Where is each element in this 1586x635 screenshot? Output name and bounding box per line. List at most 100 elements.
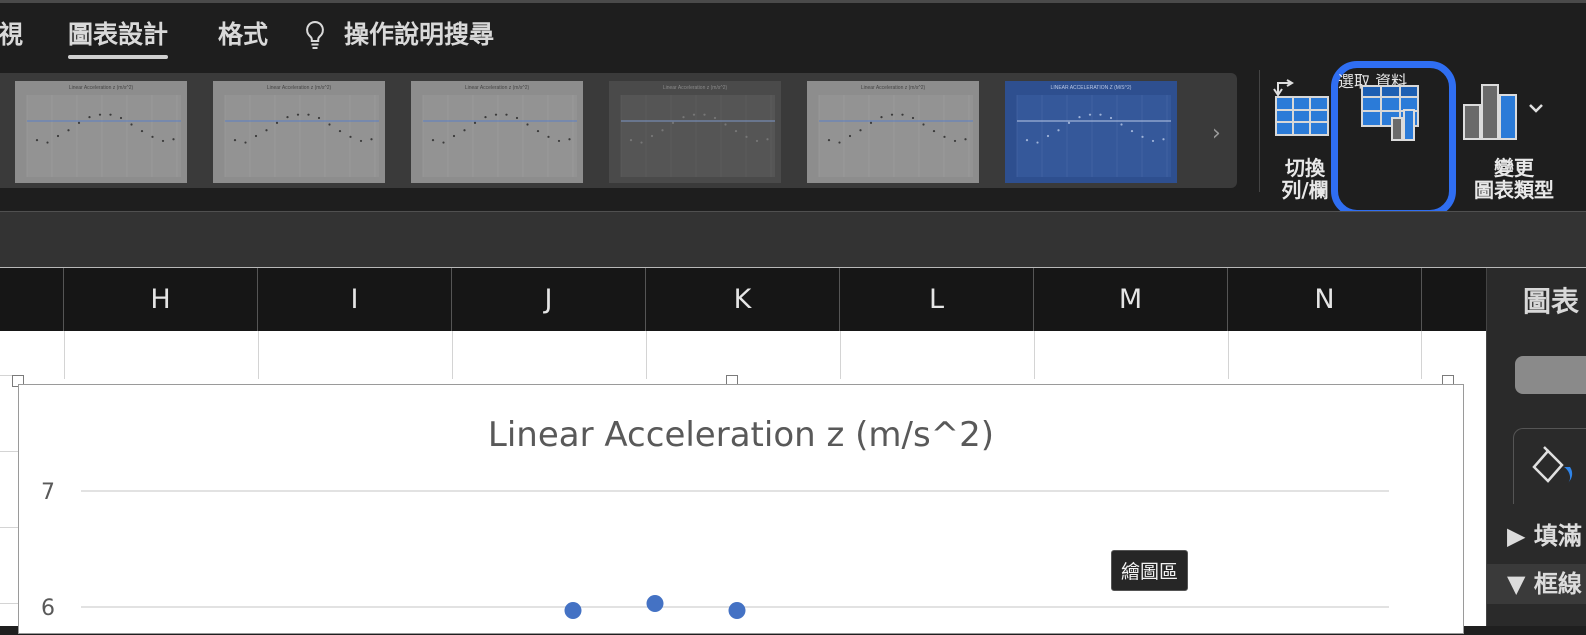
chart-style-thumbnail[interactable]: LINEAR ACCELERATION Z (M/S^2) [1005, 81, 1177, 183]
thumbnail-point [140, 129, 144, 133]
grid-line [1034, 331, 1035, 379]
thumbnail-plot [621, 95, 775, 177]
thumbnail-title: Linear Acceleration z (m/s^2) [861, 85, 926, 91]
thumbnail-point [265, 129, 268, 132]
column-header-g[interactable] [0, 268, 64, 331]
gallery-next-chevron-icon[interactable]: › [1212, 121, 1221, 146]
column-header-l[interactable]: L [840, 268, 1034, 331]
thumbnail-point [473, 121, 477, 124]
section-fill[interactable]: ▶ 填滿 [1487, 516, 1586, 556]
thumbnail-point [35, 139, 39, 142]
thumbnail-point [431, 139, 435, 142]
select-data-highlight[interactable]: 選取 資料 [1331, 61, 1456, 217]
thumbnail-point [505, 113, 508, 116]
thumbnail-point [859, 129, 862, 132]
thumbnail-point [370, 138, 373, 141]
thumbnail-point [848, 134, 852, 138]
thumbnail-point [296, 113, 300, 116]
column-header-k[interactable]: K [646, 268, 840, 331]
thumbnail-point [568, 138, 571, 141]
chart-style-thumbnail[interactable]: Linear Acceleration z (m/s^2) [609, 81, 781, 183]
chart-area[interactable]: Linear Acceleration z (m/s^2) 7 6 [18, 384, 1464, 634]
column-header-j[interactable]: J [452, 268, 646, 331]
column-header-h[interactable]: H [64, 268, 258, 331]
column-header-i[interactable]: I [258, 268, 452, 331]
plot-area[interactable] [19, 385, 1465, 635]
section-fill-label: 填滿 [1533, 522, 1582, 550]
change-chart-type-button[interactable]: 變更 圖表類型 [1462, 75, 1586, 201]
thumbnail-point [130, 123, 133, 126]
grid-line [0, 527, 20, 528]
thumbnail-point [692, 113, 696, 116]
change-chart-type-label: 變更 圖表類型 [1474, 156, 1554, 202]
thumbnail-point [1025, 139, 1029, 142]
thumbnail-title: Linear Acceleration z (m/s^2) [267, 85, 332, 91]
thumbnail-point [682, 116, 685, 119]
thumbnail-point [88, 116, 91, 119]
thumbnail-point [1078, 116, 1081, 119]
tab-view[interactable]: 視 [0, 15, 23, 51]
thumbnail-point [890, 113, 894, 116]
thumbnail-plot [225, 95, 379, 177]
thumbnail-point [536, 129, 540, 133]
chart-styles-gallery: Linear Acceleration z (m/s^2) Linear Acc… [0, 73, 1237, 188]
change-chart-type-icon [1463, 84, 1543, 140]
thumbnail-point [1141, 135, 1144, 138]
format-pane-dropdown[interactable] [1515, 356, 1586, 394]
tab-chart-design[interactable]: 圖表設計 [68, 15, 169, 59]
data-point[interactable] [646, 595, 664, 613]
switch-row-column-button[interactable]: 切換 列/欄 [1270, 75, 1340, 202]
thumbnail-point [1162, 138, 1165, 141]
thumbnail-point [46, 141, 49, 144]
lightbulb-icon[interactable] [304, 20, 326, 50]
column-header-row: H I J K L M N [0, 268, 1486, 331]
chart-style-thumbnail[interactable]: Linear Acceleration z (m/s^2) [807, 81, 979, 183]
thumbnail-point [56, 134, 60, 138]
thumbnail-point [880, 116, 883, 119]
thumbnail-point [1088, 113, 1092, 116]
column-header-m[interactable]: M [1034, 268, 1228, 331]
switch-row-column-label: 切換 列/欄 [1281, 156, 1329, 202]
thumbnail-point [650, 134, 654, 138]
thumbnail-point [526, 123, 529, 126]
thumbnail-point [745, 135, 748, 138]
thumbnail-point [349, 135, 352, 138]
thumbnail-plot [423, 95, 577, 177]
thumbnail-point [932, 129, 936, 133]
thumbnail-point [67, 129, 70, 132]
chart-style-thumbnail[interactable]: Linear Acceleration z (m/s^2) [411, 81, 583, 183]
thumbnail-point [338, 129, 342, 133]
column-header-n[interactable]: N [1228, 268, 1422, 331]
chart-style-thumbnail[interactable]: Linear Acceleration z (m/s^2) [15, 81, 187, 183]
thumbnail-point [244, 141, 247, 144]
grid-line [64, 331, 65, 379]
formula-bar-area [0, 211, 1586, 269]
thumbnail-point [317, 116, 321, 120]
thumbnail-point [328, 123, 331, 126]
section-border[interactable]: ▼ 框線 [1487, 564, 1586, 604]
thumbnail-point [452, 134, 456, 138]
section-border-label: 框線 [1533, 570, 1582, 598]
thumbnail-point [1067, 121, 1071, 124]
data-point[interactable] [564, 601, 582, 619]
thumbnail-point [494, 113, 498, 116]
grid-line [258, 331, 259, 379]
thumbnail-point [964, 138, 967, 141]
fill-line-tab[interactable] [1513, 428, 1586, 504]
thumbnail-point [307, 113, 310, 116]
thumbnail-point [755, 139, 759, 143]
thumbnail-point [869, 121, 873, 124]
thumbnail-point [1046, 134, 1050, 138]
select-data-icon [1361, 85, 1419, 141]
thumbnail-point [953, 139, 957, 143]
thumbnail-point [275, 121, 279, 124]
thumbnail-plot [1017, 95, 1171, 177]
expand-arrow-icon: ▶ [1507, 522, 1526, 550]
data-point[interactable] [728, 601, 746, 619]
chart-style-thumbnail[interactable]: Linear Acceleration z (m/s^2) [213, 81, 385, 183]
thumbnail-point [119, 116, 123, 120]
tab-format[interactable]: 格式 [218, 15, 268, 51]
thumbnail-point [557, 139, 561, 143]
thumbnail-point [98, 113, 102, 116]
tell-me-search[interactable]: 操作說明搜尋 [344, 15, 494, 51]
